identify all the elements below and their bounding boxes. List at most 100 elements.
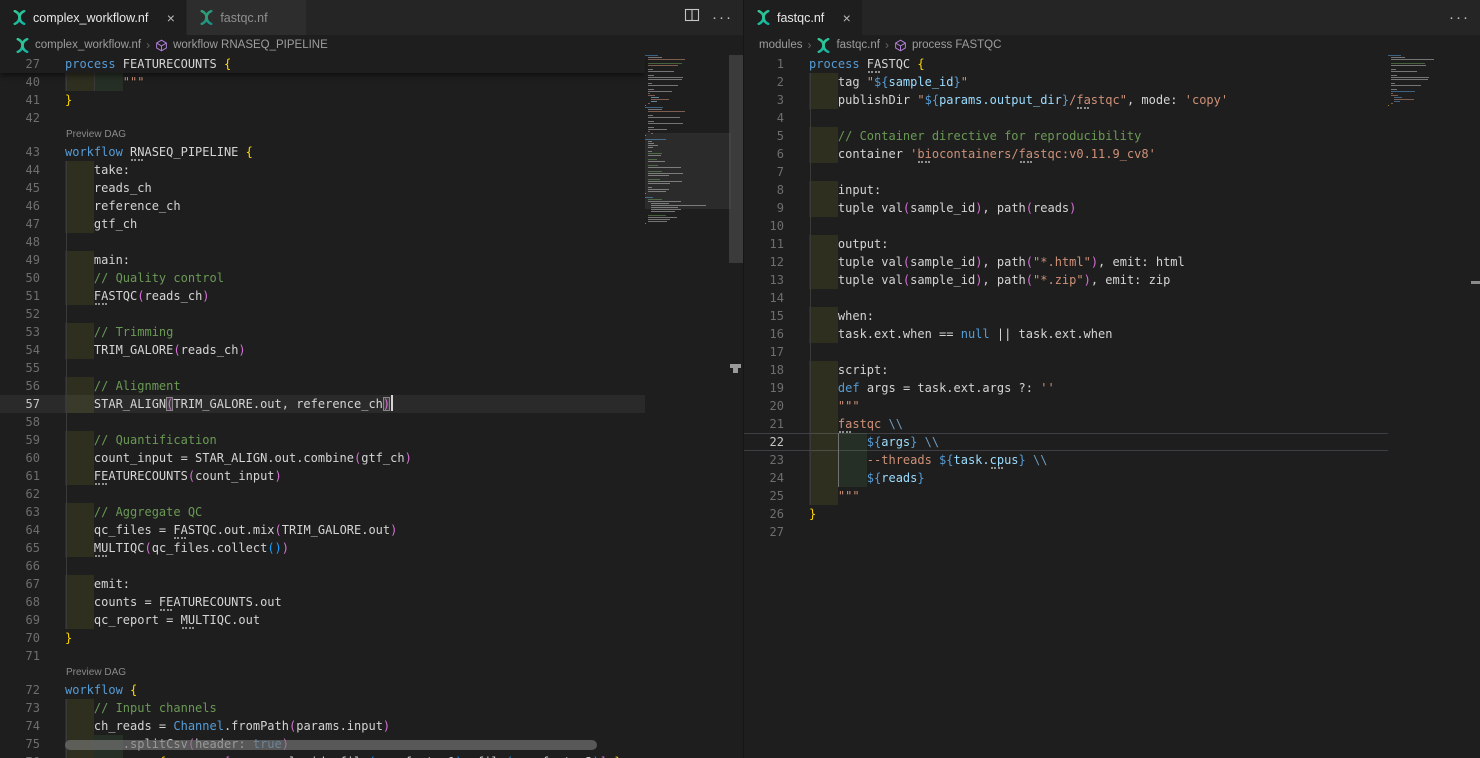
code-token: || task.ext.when xyxy=(990,327,1113,341)
code-token: , mode: xyxy=(1127,93,1185,107)
code-token xyxy=(809,489,838,503)
line-number: 7 xyxy=(744,163,784,181)
code-line: 4 xyxy=(744,109,1388,127)
code-text: } xyxy=(65,629,72,647)
code-line: 40 """ xyxy=(0,73,645,91)
code-text: count_input = STAR_ALIGN.out.combine(gtf… xyxy=(65,449,412,467)
code-text: --threads ${task.cpus} \\ xyxy=(809,451,1047,469)
code-token: { xyxy=(224,57,231,71)
minimap-bar xyxy=(648,111,685,112)
minimap-slider[interactable] xyxy=(645,133,731,209)
split-editor-icon[interactable] xyxy=(684,7,700,28)
code-token: ) xyxy=(282,541,289,555)
code-token: ${ xyxy=(925,93,939,107)
codelens-preview-dag[interactable]: Preview DAG xyxy=(0,127,645,143)
line-number: 25 xyxy=(744,487,784,505)
line-number: 67 xyxy=(0,575,40,593)
breadcrumb-item[interactable]: process FASTQC xyxy=(894,39,1001,52)
tab-bar-left: complex_workflow.nf×fastqc.nf× ··· xyxy=(0,0,743,35)
line-number: 47 xyxy=(0,215,40,233)
line-number: 13 xyxy=(744,271,784,289)
code-text: reads_ch xyxy=(65,179,152,197)
minimap-bar xyxy=(648,85,678,86)
sticky-scroll-line[interactable]: 27process FEATURECOUNTS { xyxy=(0,55,645,73)
code-line: 50 // Quality control xyxy=(0,269,645,287)
breadcrumb-item[interactable]: fastqc.nf xyxy=(816,38,879,53)
horizontal-scrollbar-thumb[interactable] xyxy=(65,740,597,750)
sticky-code-line: 27process FEATURECOUNTS { xyxy=(0,55,645,73)
code-text: counts = FEATURECOUNTS.out xyxy=(65,593,282,611)
line-number: 49 xyxy=(0,251,40,269)
code-token xyxy=(65,701,94,715)
code-token: TRIM_GALORE xyxy=(94,343,173,357)
code-text: tuple val(sample_id), path("*.html"), em… xyxy=(809,253,1185,271)
code-token: ) xyxy=(383,719,390,733)
code-token xyxy=(65,325,94,339)
breadcrumb-label: workflow RNASEQ_PIPELINE xyxy=(173,39,328,51)
code-token: ${ xyxy=(867,435,881,449)
tab-close-icon[interactable]: × xyxy=(839,11,854,25)
code-text: task.ext.when == null || task.ext.when xyxy=(809,325,1112,343)
tab-fastqc.nf[interactable]: fastqc.nf× xyxy=(744,0,863,35)
code-token: process xyxy=(65,57,123,71)
breadcrumb-item[interactable]: workflow RNASEQ_PIPELINE xyxy=(155,39,328,52)
code-text: emit: xyxy=(65,575,130,593)
line-number: 69 xyxy=(0,611,40,629)
code-token: TRIM_GALORE.out xyxy=(282,523,390,537)
code-token: FASTQC xyxy=(173,521,216,539)
codelens-preview-dag[interactable]: Preview DAG xyxy=(0,665,645,681)
code-area-left[interactable]: 40 """41}42Preview DAG43workflow RNASEQ_… xyxy=(0,55,645,758)
minimap-bar xyxy=(1391,103,1393,104)
code-token: } xyxy=(917,471,924,485)
minimap-bar xyxy=(651,101,657,102)
code-token: fastqc xyxy=(1076,91,1119,109)
code-token: / xyxy=(1069,93,1076,107)
breadcrumb-item[interactable]: modules xyxy=(759,39,802,51)
editor-actions: ··· xyxy=(1449,0,1470,35)
editor-group-right: fastqc.nf×··· modules›fastqc.nf›process … xyxy=(744,0,1480,758)
minimap-bar xyxy=(648,221,667,222)
code-token: , emit: html xyxy=(1098,255,1185,269)
code-text: tuple val(sample_id), path(reads) xyxy=(809,199,1076,217)
line-number: 54 xyxy=(0,341,40,359)
line-number: 48 xyxy=(0,233,40,251)
minimap-bar xyxy=(651,211,675,212)
minimap-right[interactable] xyxy=(1388,55,1458,109)
more-actions-icon[interactable]: ··· xyxy=(1449,9,1470,26)
code-token xyxy=(809,399,838,413)
code-token xyxy=(881,417,888,431)
editor-group-divider[interactable] xyxy=(743,0,744,758)
code-token: .out.mix xyxy=(217,523,275,537)
line-number: 12 xyxy=(744,253,784,271)
code-token xyxy=(65,343,94,357)
tab-complex_workflow.nf[interactable]: complex_workflow.nf× xyxy=(0,0,187,35)
more-actions-icon[interactable]: ··· xyxy=(712,9,733,26)
editor-group-left: complex_workflow.nf×fastqc.nf×··· comple… xyxy=(0,0,744,758)
code-token: ) xyxy=(275,469,282,483)
code-line: 13 tuple val(sample_id), path("*.zip"), … xyxy=(744,271,1388,289)
code-token: """ xyxy=(123,75,145,89)
minimap-left[interactable] xyxy=(645,55,729,229)
minimap-bar xyxy=(648,65,678,66)
code-text: qc_report = MULTIQC.out xyxy=(65,611,260,629)
line-number: 2 xyxy=(744,73,784,91)
code-token: when: xyxy=(809,309,874,323)
code-area-right[interactable]: 1process FASTQC {2 tag "${sample_id}"3 p… xyxy=(744,55,1388,541)
code-line: 61 FEATURECOUNTS(count_input) xyxy=(0,467,645,485)
code-editor-right[interactable]: 1process FASTQC {2 tag "${sample_id}"3 p… xyxy=(744,55,1480,758)
code-line: 74 ch_reads = Channel.fromPath(params.in… xyxy=(0,717,645,735)
code-token: ( xyxy=(275,523,282,537)
code-token: ( xyxy=(188,469,195,483)
breadcrumb-item[interactable]: complex_workflow.nf xyxy=(15,38,141,53)
tab-close-icon[interactable]: × xyxy=(163,11,178,25)
code-line: 15 when: xyxy=(744,307,1388,325)
code-line: 57 STAR_ALIGN(TRIM_GALORE.out, reference… xyxy=(0,395,645,413)
code-line: 72workflow { xyxy=(0,681,645,699)
code-text: input: xyxy=(809,181,881,199)
nextflow-icon xyxy=(12,10,27,25)
code-line: 22 ${args} \\ xyxy=(744,433,1388,451)
vertical-scrollbar-thumb[interactable] xyxy=(729,55,743,263)
code-editor-left[interactable]: 40 """41}42Preview DAG43workflow RNASEQ_… xyxy=(0,55,743,758)
tab-fastqc.nf[interactable]: fastqc.nf× xyxy=(187,0,306,35)
code-line: 66 xyxy=(0,557,645,575)
